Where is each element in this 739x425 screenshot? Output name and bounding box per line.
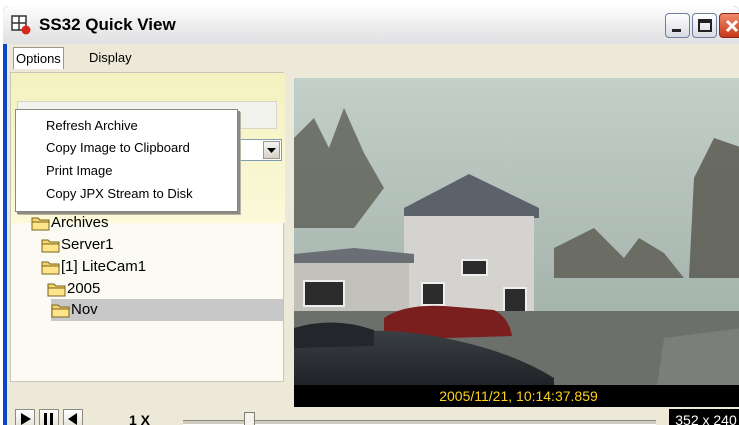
tree-node-label: Nov (71, 301, 98, 318)
menu-display-label: Display (89, 50, 132, 65)
pause-icon (44, 413, 53, 425)
menu-options-label: Options (16, 51, 61, 66)
tree-node-archives[interactable]: Archives (31, 212, 281, 234)
tree-node-nov[interactable]: Nov (51, 299, 283, 321)
menu-bar: Options Display (7, 44, 739, 70)
timestamp-text: 2005/11/21, 10:14:37.859 (439, 388, 598, 404)
title-bar[interactable]: SS32 Quick View (3, 6, 739, 44)
speed-label: 1 X (129, 412, 151, 425)
tree-node-label: [1] LiteCam1 (61, 258, 147, 275)
maximize-icon (698, 19, 712, 32)
close-icon (725, 19, 739, 33)
tree-node-litecam1[interactable]: [1] LiteCam1 (41, 256, 281, 278)
options-menu: Refresh Archive Copy Image to Clipboard … (15, 109, 238, 212)
menu-copy-image[interactable]: Copy Image to Clipboard (46, 138, 190, 158)
play-icon (21, 413, 31, 425)
menu-options[interactable]: Options (13, 47, 64, 69)
folder-icon (31, 217, 50, 231)
menu-print-image[interactable]: Print Image (46, 161, 112, 181)
dropdown-arrow-button[interactable] (263, 141, 280, 159)
folder-icon (41, 239, 60, 253)
tree-node-label: Archives (51, 214, 109, 231)
tree-node-server1[interactable]: Server1 (41, 234, 281, 256)
minimize-button[interactable] (665, 13, 690, 38)
resolution-display: 352 x 240 (669, 409, 739, 425)
video-viewport[interactable]: 2005/11/21, 10:14:37.859 (294, 78, 739, 407)
app-window: SS32 Quick View Options Display Archives… (3, 6, 739, 425)
maximize-button[interactable] (692, 13, 717, 38)
step-back-icon (68, 413, 77, 425)
tree-node-2005[interactable]: 2005 (47, 278, 281, 300)
menu-copy-jpx-stream[interactable]: Copy JPX Stream to Disk (46, 184, 193, 204)
menu-refresh-archive[interactable]: Refresh Archive (46, 116, 138, 136)
step-back-button[interactable] (63, 409, 83, 425)
client-area: Options Display Archives Server1 [1] Lit… (7, 44, 739, 425)
tree-node-label: Server1 (61, 236, 114, 253)
menu-display[interactable]: Display (86, 48, 135, 67)
dropdown-arrow-icon (267, 148, 276, 153)
folder-icon (47, 283, 66, 297)
timestamp-bar: 2005/11/21, 10:14:37.859 (294, 385, 739, 407)
tree-node-label: 2005 (67, 280, 101, 297)
camera-frame (294, 78, 739, 407)
play-button[interactable] (15, 409, 35, 425)
minimize-icon (672, 29, 681, 32)
folder-icon (41, 261, 60, 275)
playback-controls: 1 X 352 x 240 (7, 407, 739, 425)
window-title: SS32 Quick View (39, 15, 176, 34)
folder-icon (51, 304, 70, 318)
close-button[interactable] (719, 13, 739, 38)
seek-slider-thumb[interactable] (243, 412, 255, 425)
pause-button[interactable] (39, 409, 59, 425)
app-grid-icon (11, 15, 31, 35)
